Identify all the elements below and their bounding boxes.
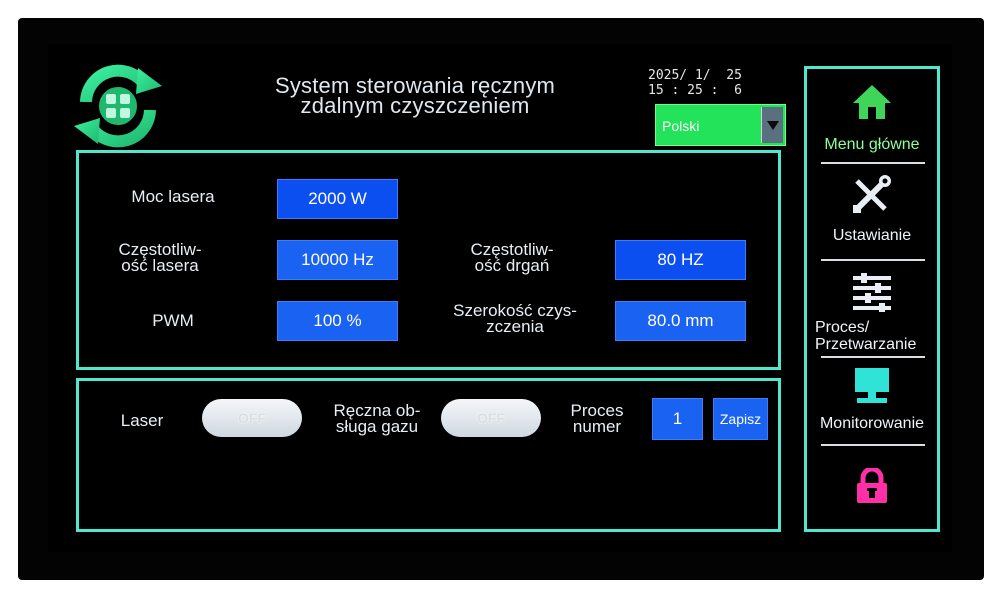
- cleaning-width-value[interactable]: 80.0 mm: [615, 301, 746, 341]
- process-number-label-line2: numer: [572, 417, 622, 436]
- vibration-frequency-label-line2: ość drgań: [474, 256, 550, 275]
- sidebar-item-settings[interactable]: Ustawianie: [807, 169, 937, 255]
- pwm-label: PWM: [152, 311, 194, 330]
- sidebar-item-label: Monitorowanie: [819, 415, 925, 432]
- gas-toggle[interactable]: OFF: [441, 399, 541, 437]
- laser-frequency-label-line2: ość lasera: [121, 256, 199, 275]
- time-text: 15 : 25 : 6: [648, 83, 742, 98]
- lock-icon: [857, 468, 887, 503]
- vibration-frequency-label: Częstotliw- ość drgań: [456, 241, 568, 275]
- laser-frequency-label: Częstotliw- ość lasera: [104, 241, 216, 275]
- process-number-label: Proces numer: [562, 402, 632, 436]
- sidebar-item-lock[interactable]: [807, 454, 937, 526]
- sidebar-item-main-menu[interactable]: Menu główne: [807, 79, 937, 159]
- laser-label: Laser: [120, 411, 164, 430]
- sidebar-divider: [821, 162, 925, 164]
- laser-power-label: Moc lasera: [131, 187, 215, 206]
- title-line-2: zdalnym czyszczeniem: [300, 93, 530, 118]
- process-number-input[interactable]: 1: [652, 398, 703, 440]
- sidebar-divider: [821, 259, 925, 261]
- home-icon: [853, 85, 891, 119]
- date-text: 2025/ 1/ 25: [648, 68, 742, 83]
- sidebar-item-label-line2: Przetwarzanie: [815, 336, 917, 353]
- laser-toggle[interactable]: OFF: [202, 399, 302, 437]
- sidebar-item-monitoring[interactable]: Monitorowanie: [807, 362, 937, 444]
- pwm-value[interactable]: 100 %: [277, 301, 398, 341]
- page-title: System sterowania ręcznym zdalnym czyszc…: [240, 75, 590, 118]
- sidebar-item-label: Proces/ Przetwarzanie: [815, 319, 945, 353]
- language-select[interactable]: Polski: [655, 104, 786, 146]
- cleaning-width-label-line2: zczenia: [486, 317, 544, 336]
- laser-power-value[interactable]: 2000 W: [277, 179, 398, 219]
- sidebar-item-label: Menu główne: [824, 136, 920, 153]
- sidebar-menu: Menu główne Ustawianie Proces/ Przetwarz…: [804, 66, 940, 532]
- sidebar-divider: [821, 444, 925, 446]
- sidebar-item-label: Ustawianie: [832, 227, 912, 244]
- sidebar-divider: [821, 356, 925, 358]
- sidebar-item-process[interactable]: Proces/ Przetwarzanie: [807, 266, 937, 354]
- gas-control-label: Ręczna ob- sługa gazu: [322, 402, 432, 436]
- language-dropdown-button[interactable]: [761, 107, 783, 143]
- sidebar-item-label-line1: Proces/: [815, 319, 870, 336]
- cleaning-logo-icon: [74, 64, 162, 148]
- monitor-icon: [855, 368, 889, 403]
- save-button[interactable]: Zapisz: [713, 398, 768, 440]
- laser-toggle-state: OFF: [238, 410, 266, 426]
- gas-control-label-line2: sługa gazu: [335, 417, 419, 436]
- cleaning-width-label: Szerokość czys- zczenia: [440, 302, 590, 336]
- laser-frequency-value[interactable]: 10000 Hz: [277, 240, 398, 280]
- tools-icon: [853, 175, 891, 213]
- gas-toggle-state: OFF: [477, 410, 505, 426]
- chevron-down-icon: [767, 121, 779, 130]
- language-value: Polski: [662, 118, 700, 134]
- vibration-frequency-value[interactable]: 80 HZ: [615, 240, 746, 280]
- datetime-display: 2025/ 1/ 25 15 : 25 : 6: [648, 68, 742, 98]
- sliders-icon: [853, 273, 891, 312]
